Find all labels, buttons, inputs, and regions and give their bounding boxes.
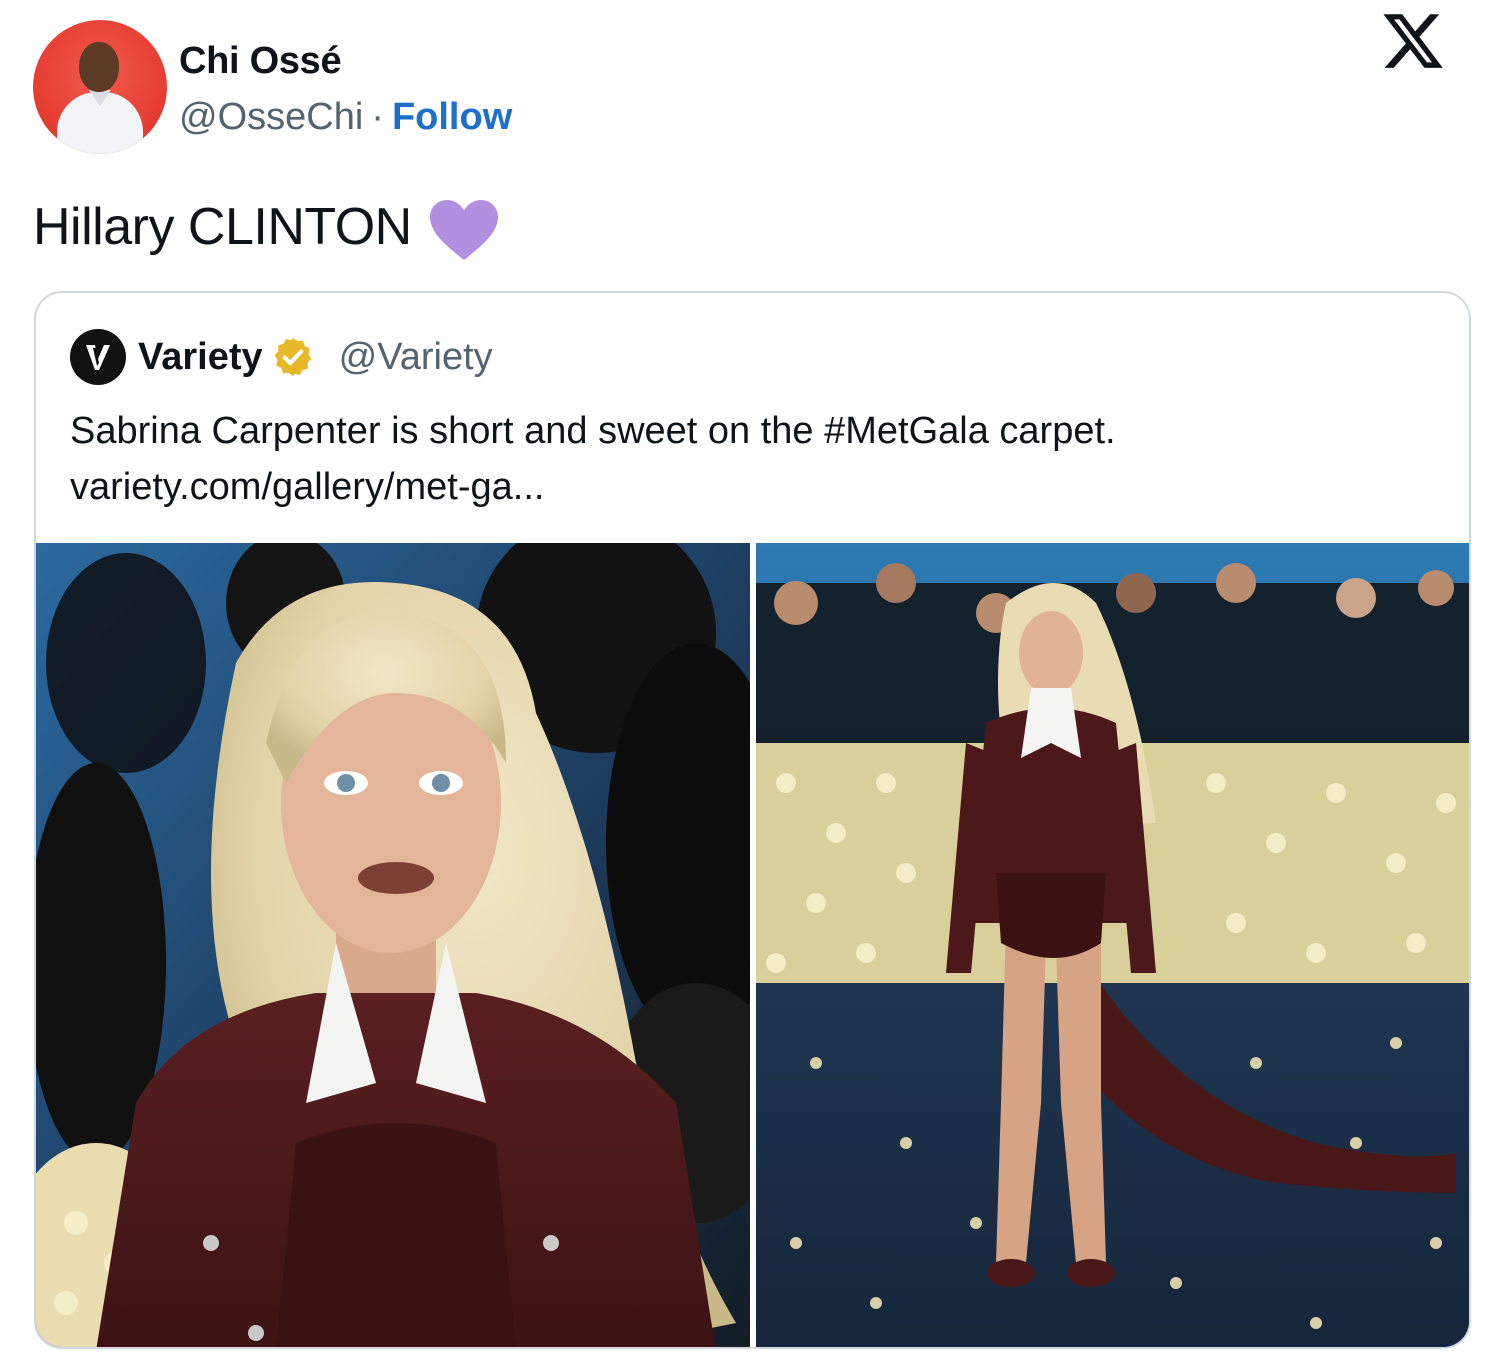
avatar-head bbox=[79, 42, 119, 92]
quoted-text-line: Sabrina Carpenter is short and sweet on … bbox=[70, 410, 1116, 452]
follow-button[interactable]: Follow bbox=[392, 96, 512, 138]
author-handle[interactable]: @OsseChi bbox=[179, 96, 363, 138]
close-up-portrait-photo[interactable] bbox=[36, 543, 750, 1347]
quoted-author-name[interactable]: Variety bbox=[138, 336, 263, 379]
variety-v-glyph-icon bbox=[86, 345, 110, 370]
author-name[interactable]: Chi Ossé bbox=[179, 40, 342, 83]
tweet-body: Hillary CLINTON bbox=[33, 198, 412, 256]
quoted-media-grid bbox=[36, 543, 1469, 1347]
variety-logo-icon[interactable] bbox=[70, 329, 126, 385]
quoted-link[interactable]: variety.com/gallery/met-ga... bbox=[70, 459, 1430, 515]
quoted-text: Sabrina Carpenter is short and sweet on … bbox=[70, 403, 1430, 515]
quoted-header: Variety @Variety bbox=[70, 329, 493, 385]
full-length-red-carpet-photo[interactable] bbox=[756, 543, 1469, 1347]
portrait-illustration bbox=[36, 543, 750, 1347]
x-logo-icon[interactable] bbox=[1380, 8, 1446, 74]
quoted-author-handle[interactable]: @Variety bbox=[339, 336, 493, 379]
purple-heart-icon bbox=[429, 200, 498, 260]
separator-dot: · bbox=[371, 96, 384, 138]
gold-verified-badge-icon bbox=[274, 337, 311, 377]
full-length-illustration bbox=[756, 543, 1469, 1347]
author-avatar[interactable] bbox=[33, 20, 167, 154]
quoted-tweet-card[interactable]: Variety @Variety Sabrina Carpenter is sh… bbox=[34, 291, 1471, 1349]
tweet-text: Hillary CLINTON bbox=[33, 192, 500, 262]
tweet-header: Chi Ossé @OsseChi · Follow bbox=[33, 20, 1473, 160]
author-handle-row: @OsseChi · Follow bbox=[179, 96, 512, 139]
